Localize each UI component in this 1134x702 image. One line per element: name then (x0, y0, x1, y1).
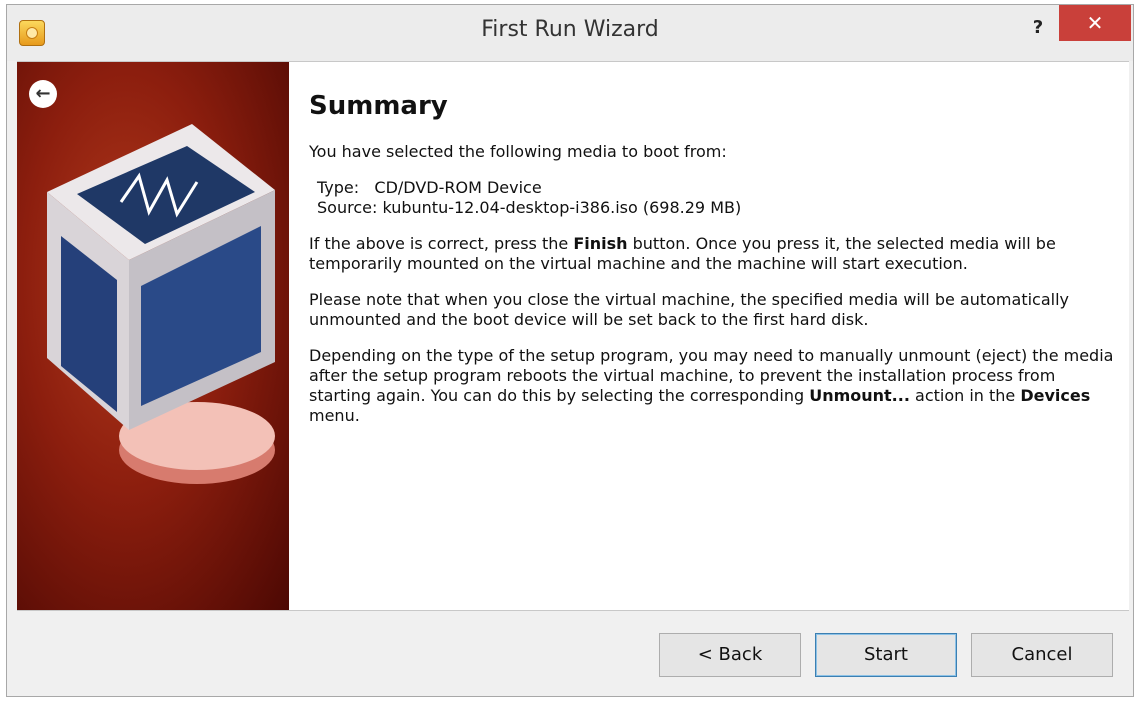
wizard-content: ← Summary You have selected the followin… (17, 61, 1129, 611)
button-bar: < Back Start Cancel (7, 609, 1133, 696)
media-type-value: CD/DVD-ROM Device (374, 178, 542, 197)
finish-instructions: If the above is correct, press the Finis… (309, 234, 1056, 273)
help-button[interactable]: ? (1025, 15, 1051, 41)
page-title: Summary (309, 91, 448, 121)
start-button[interactable]: Start (815, 633, 957, 677)
title-bar: First Run Wizard ? ✕ (7, 5, 1133, 61)
cancel-button[interactable]: Cancel (971, 633, 1113, 677)
media-info: Type: CD/DVD-ROM Device Source: kubuntu-… (309, 178, 1119, 218)
media-source-label: Source: (317, 198, 378, 217)
virtualbox-logo-image: ← (17, 62, 289, 610)
window-title: First Run Wizard (481, 17, 659, 42)
finish-keyword: Finish (573, 234, 628, 253)
unmount-keyword: Unmount... (809, 386, 910, 405)
back-arrow-icon[interactable]: ← (29, 80, 57, 108)
unmount-note: Please note that when you close the virt… (309, 290, 1069, 329)
close-button[interactable]: ✕ (1059, 5, 1131, 41)
intro-text: You have selected the following media to… (309, 142, 727, 161)
devices-keyword: Devices (1020, 386, 1091, 405)
media-type-label: Type: (317, 178, 360, 197)
virtualbox-cube-graphic (47, 124, 275, 484)
manual-unmount-note: Depending on the type of the setup progr… (309, 346, 1114, 425)
summary-page: Summary You have selected the following … (309, 90, 1119, 442)
back-button[interactable]: < Back (659, 633, 801, 677)
first-run-wizard-window: First Run Wizard ? ✕ ← Summary You have … (6, 4, 1134, 697)
media-type-line: Type: CD/DVD-ROM Device (317, 178, 1119, 198)
media-source-line: Source: kubuntu-12.04-desktop-i386.iso (… (317, 198, 1119, 218)
media-source-value: kubuntu-12.04-desktop-i386.iso (698.29 M… (382, 198, 742, 217)
